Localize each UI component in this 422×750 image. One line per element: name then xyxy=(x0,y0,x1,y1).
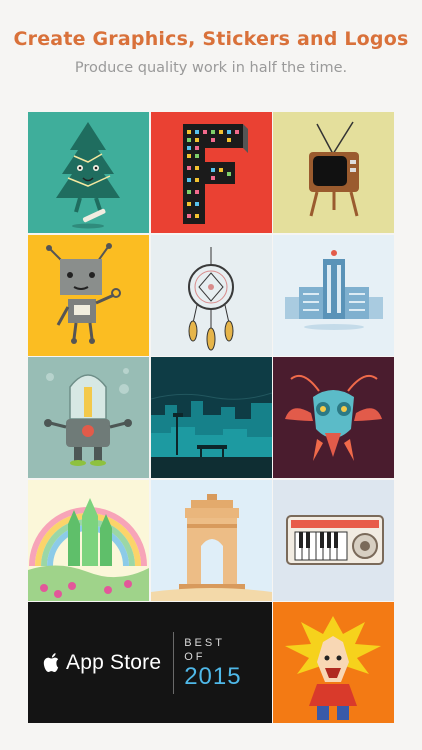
app-store-label: App Store xyxy=(66,650,162,674)
best-label: BEST xyxy=(184,636,225,649)
of-label: OF xyxy=(184,650,206,663)
page-subtitle: Produce quality work in half the time. xyxy=(74,60,348,76)
tile-robot[interactable] xyxy=(28,234,149,356)
retro-tv-illustration xyxy=(273,112,394,233)
tile-dreamcatcher[interactable] xyxy=(150,234,272,356)
emerald-city-illustration xyxy=(28,479,149,601)
graphics-grid: App Store BEST OF 2015 xyxy=(28,112,394,724)
insect-mask-illustration xyxy=(273,357,394,478)
tile-cartoon-hero[interactable] xyxy=(273,602,394,723)
tile-night-city[interactable] xyxy=(150,357,272,478)
dreamcatcher-illustration xyxy=(150,234,272,356)
building-illustration xyxy=(273,234,394,356)
tile-letter-f[interactable] xyxy=(150,112,272,233)
night-city-illustration xyxy=(150,357,272,478)
tile-building[interactable] xyxy=(273,234,394,356)
letter-f-illustration xyxy=(150,112,272,233)
tile-robot-capsule[interactable] xyxy=(28,357,149,478)
tile-keyboard[interactable] xyxy=(273,479,394,601)
tile-india-gate[interactable] xyxy=(150,479,272,601)
tile-emerald-city[interactable] xyxy=(28,479,149,601)
app-store-best-of-banner[interactable]: App Store BEST OF 2015 xyxy=(28,602,272,723)
tile-retro-tv[interactable] xyxy=(273,112,394,233)
page-title: Create Graphics, Stickers and Logos xyxy=(13,28,409,50)
india-gate-illustration xyxy=(150,479,272,601)
tile-insect-mask[interactable] xyxy=(273,357,394,478)
robot-illustration xyxy=(28,234,149,356)
robot-capsule-illustration xyxy=(28,357,149,478)
apple-logo-icon xyxy=(43,652,59,672)
cartoon-hero-illustration xyxy=(273,602,394,723)
best-of-award: BEST OF 2015 xyxy=(184,636,241,690)
award-year: 2015 xyxy=(184,662,242,690)
keyboard-illustration xyxy=(273,479,394,601)
badge-divider xyxy=(173,631,175,694)
christmas-tree-illustration xyxy=(28,112,149,233)
tile-christmas-tree[interactable] xyxy=(28,112,149,233)
